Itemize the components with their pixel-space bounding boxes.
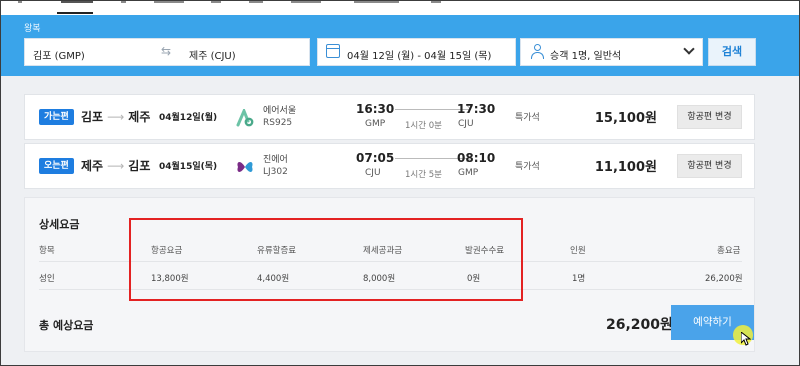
fare-class: 특가석 bbox=[515, 113, 540, 123]
mouse-cursor-icon bbox=[733, 325, 753, 346]
airline-name: 에어서울 bbox=[263, 106, 297, 116]
date-range-text: 04월 12일 (월) - 04월 15일 (목) bbox=[347, 51, 492, 62]
tab-fragment[interactable] bbox=[354, 0, 399, 3]
flight-card-inbound: 오는편 제주 ⟶ 김포 04월15일(목) 진에어 LJ302 07:05 CJU … bbox=[24, 143, 755, 189]
arrow-right-icon: ⟶ bbox=[107, 159, 125, 173]
flight-duration: 1시간 0분 bbox=[405, 121, 442, 131]
swap-icon[interactable]: ⇆ bbox=[161, 44, 171, 58]
trip-type-label: 왕복 bbox=[24, 24, 41, 34]
departure-airport: CJU bbox=[365, 168, 381, 178]
header-passenger-count: 인원 bbox=[570, 246, 586, 256]
flight-date: 04월12일(월) bbox=[159, 113, 218, 123]
tab-fragment[interactable] bbox=[18, 0, 22, 3]
highlight-box bbox=[129, 218, 523, 301]
tab-fragment[interactable] bbox=[291, 0, 321, 3]
total-label: 총 예상요금 bbox=[39, 319, 94, 332]
flight-price: 11,100원 bbox=[594, 160, 657, 175]
fare-class: 특가석 bbox=[515, 162, 540, 172]
passenger-selector[interactable]: 승객 1명, 일반석 bbox=[520, 38, 703, 66]
departure-airport: GMP bbox=[365, 119, 386, 129]
flight-date: 04월15일(목) bbox=[159, 162, 218, 172]
tab-fragment[interactable] bbox=[61, 0, 93, 3]
cell-passenger-count: 1명 bbox=[572, 274, 586, 284]
departure-time: 07:05 bbox=[356, 151, 395, 165]
date-selector[interactable]: 04월 12일 (월) - 04월 15일 (목) bbox=[317, 38, 516, 66]
air-seoul-logo-icon bbox=[236, 109, 254, 127]
direction-badge: 가는편 bbox=[39, 109, 74, 125]
total-amount: 26,200원 bbox=[606, 317, 673, 333]
route-text: 김포 ⟶ 제주 bbox=[81, 108, 150, 125]
route-origin: 제주 bbox=[81, 159, 104, 173]
header-total: 총요금 bbox=[717, 246, 741, 256]
cell-passenger-type: 성인 bbox=[39, 274, 55, 284]
search-button[interactable]: 검색 bbox=[708, 38, 756, 66]
person-icon bbox=[531, 44, 544, 59]
departure-time: 16:30 bbox=[356, 102, 395, 116]
tab-fragment[interactable] bbox=[121, 0, 126, 3]
flight-number: LJ302 bbox=[263, 167, 288, 177]
arrival-time: 17:30 bbox=[457, 102, 496, 116]
arrival-time: 08:10 bbox=[457, 151, 496, 165]
origin-field[interactable]: 김포 (GMP) bbox=[33, 47, 85, 62]
tab-fragment[interactable] bbox=[431, 0, 441, 3]
tab-fragment[interactable] bbox=[249, 0, 263, 3]
tab-fragment[interactable] bbox=[154, 0, 184, 3]
change-flight-button[interactable]: 항공편 변경 bbox=[677, 105, 742, 129]
tab-strip bbox=[1, 0, 799, 15]
tab-fragment[interactable] bbox=[211, 0, 221, 3]
header-item: 항목 bbox=[39, 246, 55, 256]
arrow-right-icon: ⟶ bbox=[107, 110, 125, 124]
direction-badge: 오는편 bbox=[39, 158, 74, 174]
route-destination: 김포 bbox=[128, 159, 151, 173]
fare-detail-title: 상세요금 bbox=[39, 218, 80, 231]
route-destination: 제주 bbox=[128, 110, 151, 124]
flight-price: 15,100원 bbox=[594, 111, 657, 126]
flight-duration: 1시간 5분 bbox=[405, 170, 442, 180]
flight-number: RS925 bbox=[263, 118, 293, 128]
airline-name: 진에어 bbox=[263, 155, 288, 165]
route-text: 제주 ⟶ 김포 bbox=[81, 157, 150, 174]
cell-total: 26,200원 bbox=[705, 274, 743, 284]
calendar-icon bbox=[326, 44, 340, 58]
tab-active-underline bbox=[57, 12, 93, 14]
chevron-down-icon[interactable] bbox=[683, 43, 695, 55]
route-origin: 김포 bbox=[81, 110, 104, 124]
destination-field[interactable]: 제주 (CJU) bbox=[189, 47, 236, 62]
jin-air-logo-icon bbox=[237, 162, 253, 172]
arrival-airport: CJU bbox=[458, 119, 474, 129]
route-selector[interactable]: 김포 (GMP) ⇆ 제주 (CJU) bbox=[24, 38, 310, 66]
flight-card-outbound: 가는편 김포 ⟶ 제주 04월12일(월) 에어서울 RS925 16:30 GMP… bbox=[24, 94, 755, 140]
change-flight-button[interactable]: 항공편 변경 bbox=[677, 154, 742, 178]
passenger-text: 승객 1명, 일반석 bbox=[550, 51, 622, 62]
arrival-airport: GMP bbox=[458, 168, 479, 178]
